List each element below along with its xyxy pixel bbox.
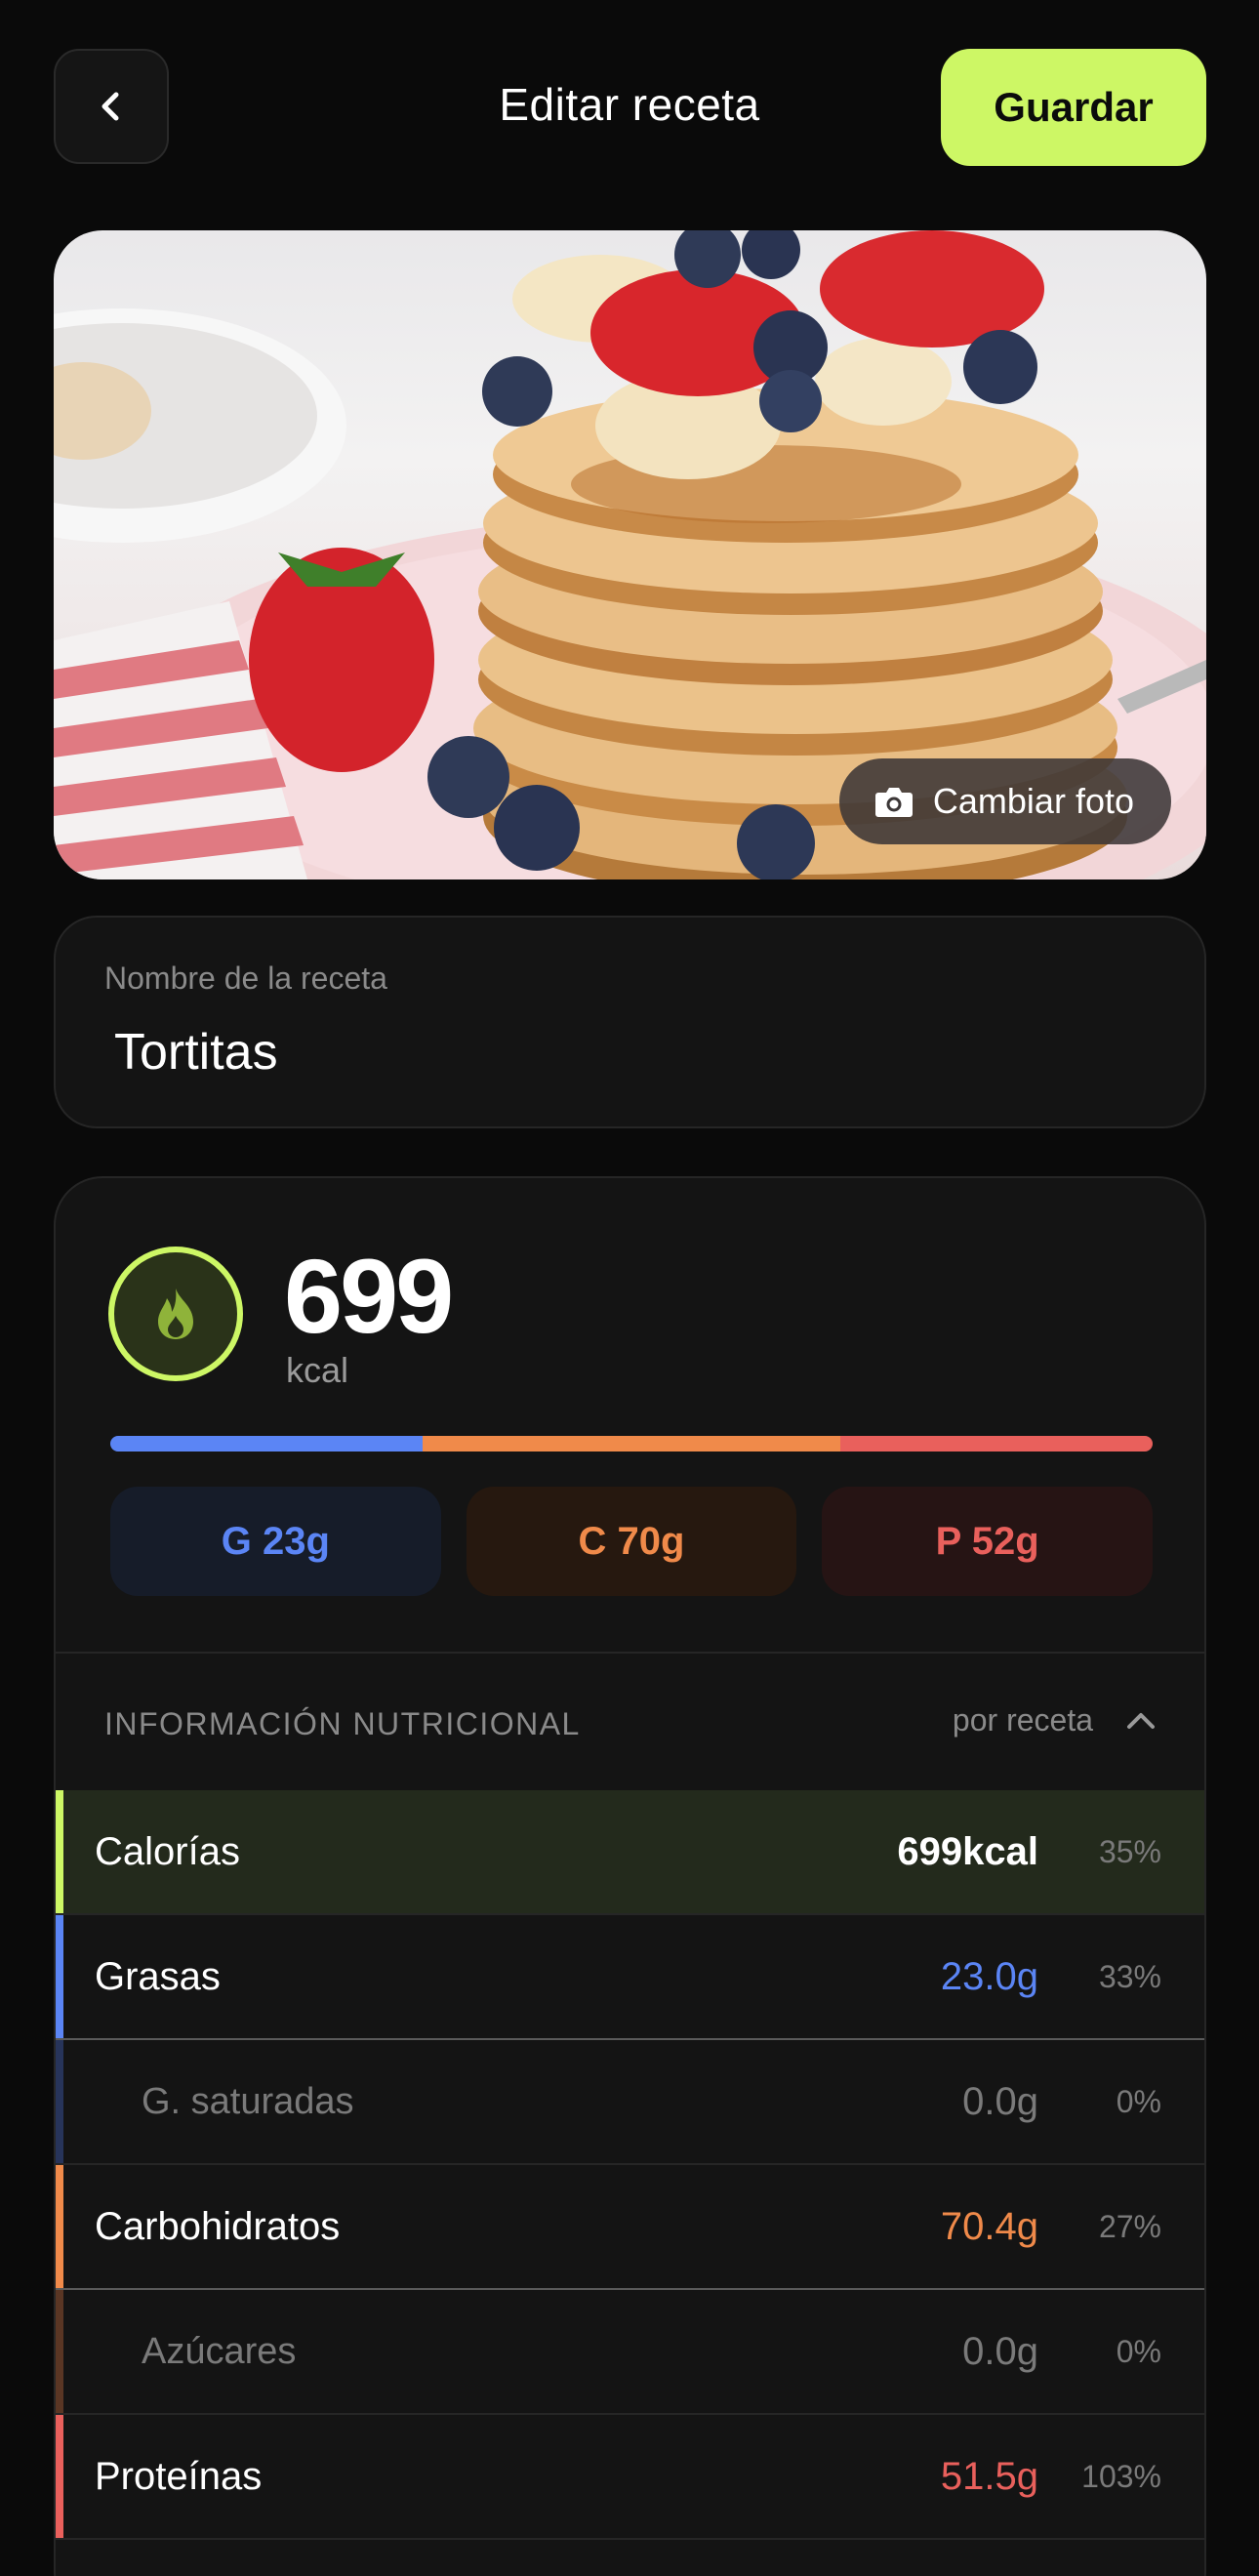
nutrition-row: Azúcares 0.0g 0% [56,2290,1204,2415]
nutrient-value: 23.0g [940,1954,1038,1998]
header: Editar receta Guardar [0,0,1259,215]
row-accent [56,2290,63,2413]
nutrient-label: Azúcares [142,2330,297,2372]
camera-icon [874,788,913,817]
recipe-name-label: Nombre de la receta [104,961,387,996]
macro-chips: G 23g C 70g P 52g [110,1487,1154,1596]
macro-chip: G 23g [110,1487,441,1596]
row-accent [56,2415,63,2538]
nutrient-value: 0.0g [962,2329,1038,2373]
chevron-up-icon[interactable] [1126,1711,1156,1731]
nutrition-row: Calorías 699kcal 35% [56,1790,1204,1915]
row-accent [56,1790,63,1913]
save-button[interactable]: Guardar [941,49,1206,166]
per-recipe-toggle[interactable]: por receta [953,1702,1156,1738]
calories-total: 699 [284,1237,454,1355]
macro-chip: C 70g [466,1487,797,1596]
nutrition-row: Grasas 23.0g 33% [56,1915,1204,2040]
nutrient-label: Calorías [95,1829,240,1873]
nutrition-row: Carbohidratos 70.4g 27% [56,2165,1204,2290]
macro-bar-protein [839,1436,1153,1452]
nutrient-percent: 35% [1098,1833,1161,1869]
nutrient-value: 0.0g [962,2079,1038,2123]
nutrient-label: Grasas [95,1954,221,1998]
nutrition-info-header[interactable]: INFORMACIÓN NUTRICIONAL por receta [56,1654,1204,1790]
nutrition-card: 699 kcal G 23g C 70g P 52g INFORMACIÓN NUT… [54,1176,1206,2576]
nutrient-value: 51.5g [940,2454,1038,2498]
calories-badge [108,1247,243,1381]
change-photo-button[interactable]: Cambiar foto [838,758,1171,844]
calories-unit: kcal [286,1350,349,1390]
row-accent [56,2040,63,2163]
nutrient-percent: 33% [1098,1958,1161,1994]
row-accent [56,1915,63,2038]
nutrition-info-title: INFORMACIÓN NUTRICIONAL [104,1706,581,1741]
nutrition-row: Proteínas 51.5g 103% [56,2415,1204,2540]
nutrient-percent: 0% [1116,2333,1161,2369]
change-photo-label: Cambiar foto [932,781,1134,821]
nutrient-value: 699kcal [897,1829,1038,1873]
macro-bar-fat [110,1436,424,1452]
nutrient-percent: 103% [1081,2458,1161,2494]
macro-distribution-bar [110,1436,1153,1452]
macro-chip: P 52g [822,1487,1154,1596]
nutrient-label: Proteínas [95,2454,263,2498]
nutrient-percent: 27% [1098,2208,1161,2244]
nutrition-row: G. saturadas 0.0g 0% [56,2040,1204,2165]
nutrient-value: 70.4g [940,2204,1038,2248]
row-accent [56,2165,63,2288]
per-recipe-label: por receta [952,1702,1093,1738]
recipe-name-input[interactable]: Tortitas [114,1023,278,1082]
nutrition-table: Calorías 699kcal 35% Grasas 23.0g 33% G. satur… [56,1790,1204,2540]
nutrient-label: G. saturadas [142,2080,354,2122]
nutrient-label: Carbohidratos [95,2204,341,2248]
nutrient-percent: 0% [1116,2083,1161,2119]
flame-icon [158,1288,193,1339]
recipe-photo: Cambiar foto [54,230,1206,879]
macro-bar-carbs [423,1436,840,1452]
recipe-name-field[interactable]: Nombre de la receta Tortitas [54,916,1206,1128]
